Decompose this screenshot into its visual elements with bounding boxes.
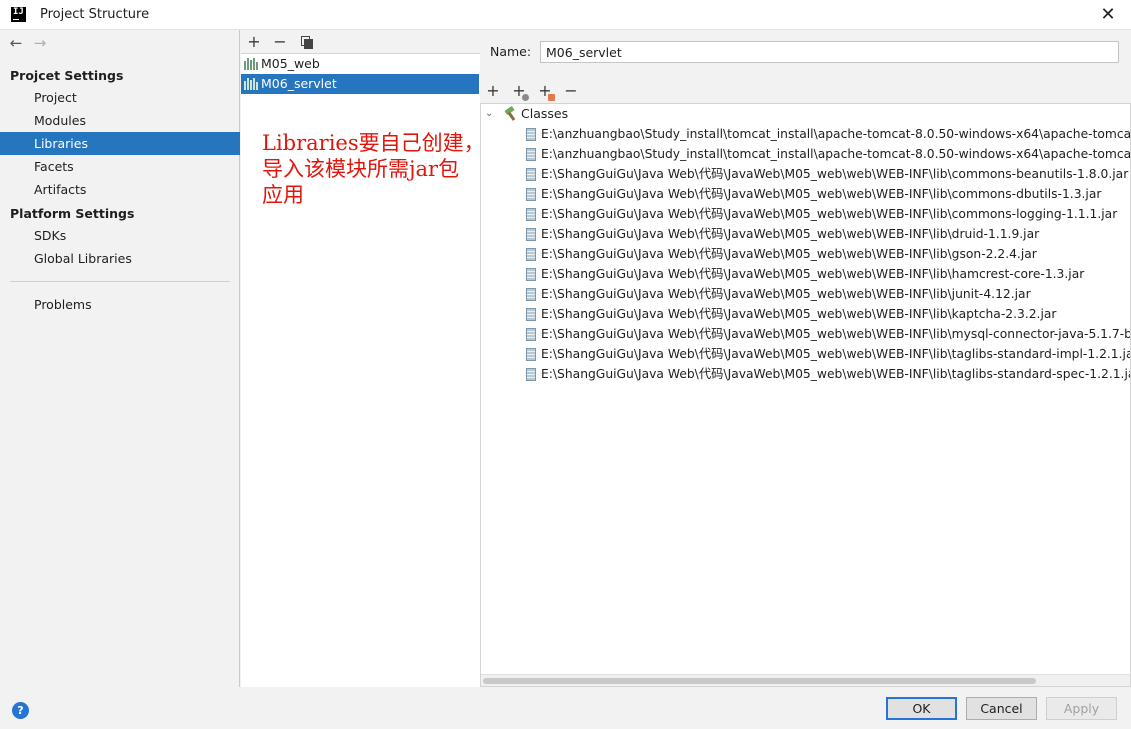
class-path: E:\anzhuangbao\Study_install\tomcat_inst…	[541, 147, 1131, 161]
add-classes-icon[interactable]: +	[509, 81, 529, 101]
help-icon[interactable]: ?	[12, 702, 29, 719]
add-jar-icon[interactable]: +	[535, 81, 555, 101]
nav-arrows: ← →	[6, 34, 50, 54]
add-root-icon[interactable]: +	[483, 81, 503, 101]
settings-sidebar: ← → Projcet Settings Project Modules Lib…	[0, 30, 240, 687]
back-arrow-icon[interactable]: ←	[6, 34, 26, 52]
class-path: E:\ShangGuiGu\Java Web\代码\JavaWeb\M05_we…	[541, 167, 1129, 181]
class-path: E:\ShangGuiGu\Java Web\代码\JavaWeb\M05_we…	[541, 247, 1037, 261]
add-library-icon[interactable]: +	[244, 32, 264, 52]
library-icon	[244, 78, 258, 90]
apply-button[interactable]: Apply	[1046, 697, 1117, 720]
jar-icon	[526, 168, 536, 181]
red-annotation-text: Libraries要自己创建， 导入该模块所需jar包 应用	[262, 131, 485, 207]
libraries-toolbar: + −	[241, 30, 480, 54]
class-row[interactable]: E:\ShangGuiGu\Java Web\代码\JavaWeb\M05_we…	[481, 344, 1130, 364]
hammer-icon	[503, 107, 518, 121]
class-path: E:\ShangGuiGu\Java Web\代码\JavaWeb\M05_we…	[541, 367, 1131, 381]
class-path: E:\ShangGuiGu\Java Web\代码\JavaWeb\M05_we…	[541, 307, 1057, 321]
jar-icon	[526, 288, 536, 301]
classes-tree: ⌄ Classes E:\anzhuangbao\Study_install\t…	[480, 103, 1131, 687]
copy-library-icon[interactable]	[296, 32, 316, 52]
jar-icon	[526, 148, 536, 161]
library-item[interactable]: M05_web	[241, 54, 479, 74]
jar-icon	[526, 308, 536, 321]
library-icon	[244, 58, 258, 70]
jar-icon	[526, 348, 536, 361]
class-row[interactable]: E:\ShangGuiGu\Java Web\代码\JavaWeb\M05_we…	[481, 164, 1130, 184]
class-row[interactable]: E:\anzhuangbao\Study_install\tomcat_inst…	[481, 124, 1130, 144]
class-path: E:\ShangGuiGu\Java Web\代码\JavaWeb\M05_we…	[541, 227, 1040, 241]
class-path: E:\ShangGuiGu\Java Web\代码\JavaWeb\M05_we…	[541, 327, 1131, 341]
intellij-logo-icon: IJ	[11, 7, 26, 22]
scrollbar-thumb[interactable]	[483, 678, 1036, 684]
sidebar-item-artifacts[interactable]: Artifacts	[0, 178, 240, 201]
forward-arrow-icon[interactable]: →	[30, 34, 50, 52]
jar-icon	[526, 188, 536, 201]
sidebar-divider	[10, 281, 230, 282]
libraries-list-panel: + − M05_web M06_servlet	[241, 30, 480, 687]
library-item[interactable]: M06_servlet	[241, 74, 479, 94]
class-row[interactable]: E:\ShangGuiGu\Java Web\代码\JavaWeb\M05_we…	[481, 284, 1130, 304]
class-row[interactable]: E:\ShangGuiGu\Java Web\代码\JavaWeb\M05_we…	[481, 264, 1130, 284]
class-row[interactable]: E:\ShangGuiGu\Java Web\代码\JavaWeb\M05_we…	[481, 244, 1130, 264]
window-title: Project Structure	[40, 7, 150, 22]
sidebar-item-libraries[interactable]: Libraries	[0, 132, 240, 155]
library-item-label: M05_web	[261, 56, 320, 71]
class-path: E:\ShangGuiGu\Java Web\代码\JavaWeb\M05_we…	[541, 187, 1102, 201]
class-row[interactable]: E:\ShangGuiGu\Java Web\代码\JavaWeb\M05_we…	[481, 304, 1130, 324]
class-path: E:\ShangGuiGu\Java Web\代码\JavaWeb\M05_we…	[541, 287, 1031, 301]
sidebar-item-sdks[interactable]: SDKs	[0, 224, 240, 247]
ok-button[interactable]: OK	[886, 697, 957, 720]
close-icon[interactable]: ✕	[1085, 0, 1131, 30]
class-row[interactable]: E:\ShangGuiGu\Java Web\代码\JavaWeb\M05_we…	[481, 324, 1130, 344]
sidebar-item-project[interactable]: Project	[0, 86, 240, 109]
name-label: Name:	[490, 44, 532, 59]
class-row[interactable]: E:\ShangGuiGu\Java Web\代码\JavaWeb\M05_we…	[481, 184, 1130, 204]
project-settings-header: Projcet Settings	[10, 68, 124, 83]
class-path: E:\ShangGuiGu\Java Web\代码\JavaWeb\M05_we…	[541, 347, 1131, 361]
class-row[interactable]: E:\anzhuangbao\Study_install\tomcat_inst…	[481, 144, 1130, 164]
class-row[interactable]: E:\ShangGuiGu\Java Web\代码\JavaWeb\M05_we…	[481, 364, 1130, 384]
jar-icon	[526, 368, 536, 381]
horizontal-scrollbar[interactable]	[481, 674, 1130, 686]
chevron-down-icon[interactable]: ⌄	[485, 104, 493, 124]
library-name-input[interactable]	[540, 41, 1119, 63]
tree-node-label: Classes	[521, 106, 569, 121]
jar-icon	[526, 208, 536, 221]
title-bar: IJ Project Structure ✕	[0, 0, 1131, 30]
class-path: E:\anzhuangbao\Study_install\tomcat_inst…	[541, 127, 1131, 141]
class-row[interactable]: E:\ShangGuiGu\Java Web\代码\JavaWeb\M05_we…	[481, 204, 1130, 224]
class-path: E:\ShangGuiGu\Java Web\代码\JavaWeb\M05_we…	[541, 207, 1118, 221]
class-row[interactable]: E:\ShangGuiGu\Java Web\代码\JavaWeb\M05_we…	[481, 224, 1130, 244]
classes-toolbar: + + + −	[480, 81, 1131, 103]
platform-settings-header: Platform Settings	[10, 206, 135, 221]
library-item-label: M06_servlet	[261, 76, 337, 91]
jar-icon	[526, 268, 536, 281]
remove-root-icon[interactable]: −	[561, 81, 581, 101]
jar-icon	[526, 228, 536, 241]
sidebar-item-facets[interactable]: Facets	[0, 155, 240, 178]
remove-library-icon[interactable]: −	[270, 32, 290, 52]
class-path: E:\ShangGuiGu\Java Web\代码\JavaWeb\M05_we…	[541, 267, 1085, 281]
tree-node-classes[interactable]: ⌄ Classes	[481, 104, 1130, 124]
jar-icon	[526, 328, 536, 341]
jar-icon	[526, 248, 536, 261]
jar-icon	[526, 128, 536, 141]
library-detail-panel: Name: + + + − ⌄ Classes E:\anzhuangbao\S…	[480, 30, 1131, 687]
sidebar-item-global-libraries[interactable]: Global Libraries	[0, 247, 240, 270]
cancel-button[interactable]: Cancel	[966, 697, 1037, 720]
sidebar-item-modules[interactable]: Modules	[0, 109, 240, 132]
sidebar-item-problems[interactable]: Problems	[0, 293, 240, 316]
